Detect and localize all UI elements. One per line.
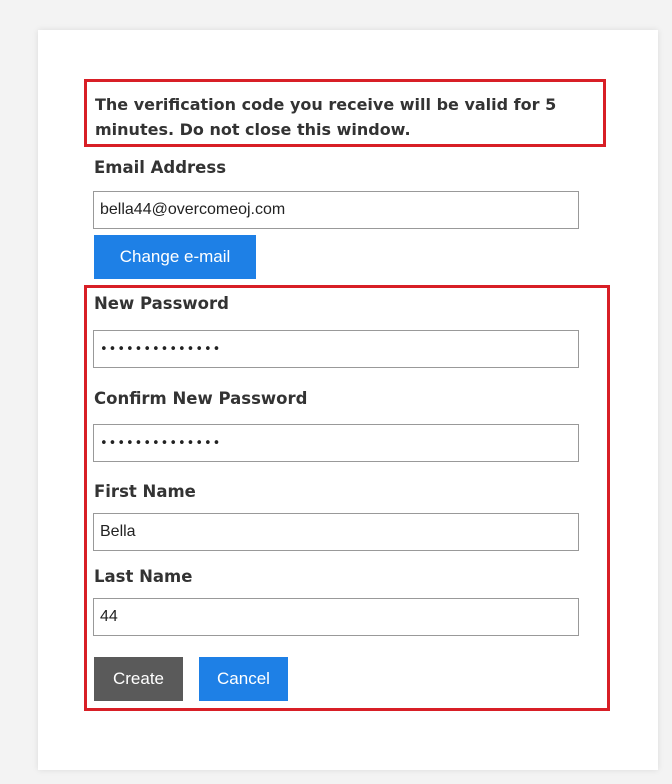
last-name-label: Last Name	[94, 567, 193, 586]
confirm-password-label: Confirm New Password	[94, 389, 308, 408]
verification-notice: The verification code you receive will b…	[84, 79, 606, 147]
create-button[interactable]: Create	[94, 657, 183, 701]
change-email-button[interactable]: Change e-mail	[94, 235, 256, 279]
confirm-password-field[interactable]	[93, 424, 579, 462]
last-name-field[interactable]	[93, 598, 579, 636]
first-name-field[interactable]	[93, 513, 579, 551]
first-name-label: First Name	[94, 482, 196, 501]
new-password-field[interactable]	[93, 330, 579, 368]
new-password-label: New Password	[94, 294, 229, 313]
email-field[interactable]	[93, 191, 579, 229]
cancel-button[interactable]: Cancel	[199, 657, 288, 701]
email-label: Email Address	[94, 158, 227, 177]
